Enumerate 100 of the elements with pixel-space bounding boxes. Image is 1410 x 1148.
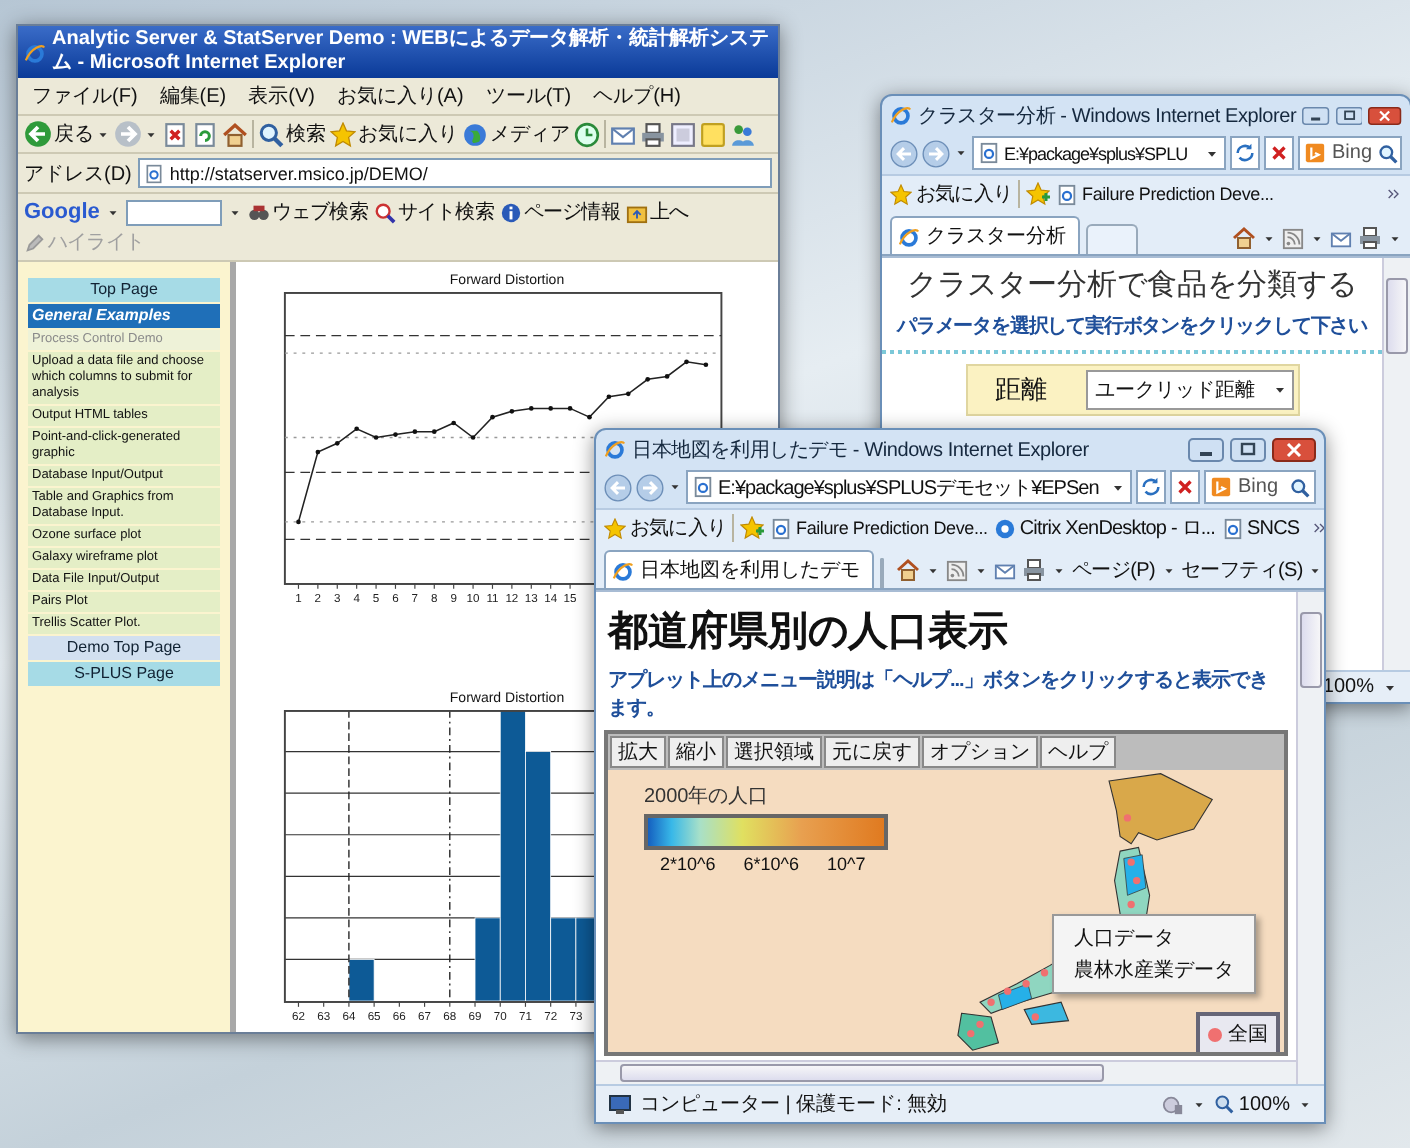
search-field[interactable] — [125, 199, 222, 225]
toolbar-button[interactable]: ページ情報 — [499, 198, 620, 226]
applet-button[interactable]: 元に戻す — [824, 736, 920, 768]
browser-tab[interactable]: 日本地図を利用したデモ — [604, 550, 874, 588]
nav-link[interactable]: Demo Top Page — [28, 636, 220, 660]
toolbar-button[interactable]: 上へ — [625, 198, 689, 226]
caret-icon — [1310, 231, 1324, 245]
home-icon[interactable] — [896, 558, 920, 582]
forward-button[interactable] — [922, 139, 950, 167]
favorite-link[interactable]: SNCS — [1221, 517, 1300, 539]
back-button[interactable] — [604, 473, 632, 501]
favorite-link[interactable]: Failure Prediction Deve... — [1056, 183, 1274, 205]
forward-button[interactable] — [636, 473, 664, 501]
note-icon[interactable] — [700, 121, 726, 147]
favorites-button[interactable]: お気に入り — [330, 120, 458, 148]
address-field[interactable]: http://statserver.msico.jp/DEMO/ — [137, 158, 772, 188]
address-label: アドレス(D) — [24, 161, 132, 187]
search-icon[interactable] — [1378, 143, 1399, 163]
print-icon[interactable] — [1022, 558, 1046, 582]
maximize-button[interactable] — [1230, 437, 1266, 461]
feed-icon[interactable] — [1282, 227, 1304, 249]
chevron-icon[interactable] — [1386, 186, 1402, 202]
stop-icon[interactable] — [1174, 476, 1196, 498]
nav-link[interactable]: S-PLUS Page — [28, 662, 220, 686]
messenger-icon[interactable] — [730, 121, 756, 147]
close-button[interactable] — [1272, 437, 1316, 461]
home-icon[interactable] — [222, 121, 248, 147]
refresh-icon[interactable] — [1140, 476, 1162, 498]
histogram-bar — [347, 958, 374, 1002]
caret-icon — [1298, 1097, 1312, 1111]
favorite-link[interactable]: お気に入り — [890, 180, 1013, 208]
address-field[interactable]: E:¥package¥splus¥SPLU — [972, 136, 1226, 170]
toolbar-menu[interactable]: ページ(P) — [1072, 556, 1156, 584]
horizontal-scrollbar[interactable] — [596, 1060, 1296, 1084]
applet-button[interactable]: 拡大 — [610, 736, 666, 768]
refresh-icon[interactable] — [1234, 142, 1256, 164]
caret-icon — [144, 127, 158, 141]
menu-item[interactable]: 人口データ — [1054, 922, 1254, 954]
parameter-label: 距離 — [993, 372, 1049, 408]
home-icon[interactable] — [1232, 226, 1256, 250]
menu-item[interactable]: ファイル(F) — [24, 82, 146, 110]
menu-item[interactable]: ヘルプ(H) — [585, 82, 689, 110]
address-field[interactable]: E:¥package¥splus¥SPLUSデモセット¥EPSen — [686, 470, 1132, 504]
caret-icon — [1052, 563, 1066, 577]
zoom-button[interactable]: 100% — [1214, 1093, 1290, 1115]
nav-link[interactable]: Top Page — [28, 278, 220, 302]
scrollbar[interactable] — [1296, 592, 1324, 1084]
nav-link[interactable]: General Examples — [28, 304, 220, 328]
print-icon[interactable] — [640, 121, 666, 147]
menu-item[interactable]: 表示(V) — [240, 82, 323, 110]
print-icon[interactable] — [1358, 226, 1382, 250]
zoom-button[interactable]: 100% — [1322, 676, 1374, 698]
back-button[interactable] — [890, 139, 918, 167]
toolbar-button[interactable]: サイト検索 — [373, 198, 494, 226]
browser-logo-icon — [604, 438, 626, 460]
applet-button[interactable]: ヘルプ — [1040, 736, 1116, 768]
media-button[interactable]: メディア — [462, 120, 570, 148]
minimize-button[interactable] — [1302, 103, 1330, 127]
edit-icon[interactable] — [670, 121, 696, 147]
page-heading: 都道府県別の人口表示 — [608, 607, 1010, 658]
search-field[interactable]: Bing — [1204, 470, 1316, 504]
citrix-icon — [993, 517, 1016, 539]
add-favorite-icon[interactable] — [740, 516, 765, 540]
applet-button[interactable]: 縮小 — [668, 736, 724, 768]
scale-label: 2*10^6 — [660, 854, 716, 874]
maximize-button[interactable] — [1335, 103, 1363, 127]
browser-tab[interactable]: クラスター分析 — [890, 216, 1080, 254]
menu-item[interactable]: 編集(E) — [151, 82, 235, 110]
close-button[interactable] — [1368, 103, 1403, 127]
minimize-button[interactable] — [1188, 437, 1224, 461]
menu-item[interactable]: ツール(T) — [477, 82, 580, 110]
favorite-link[interactable]: Citrix XenDesktop - ロ... — [993, 514, 1216, 542]
distance-select[interactable]: ユークリッド距離 — [1085, 370, 1293, 410]
menu-item[interactable]: お気に入り(A) — [328, 82, 472, 110]
scrollbar[interactable] — [1382, 258, 1410, 670]
feed-icon[interactable] — [946, 559, 968, 581]
new-tab-button[interactable] — [1086, 224, 1138, 254]
security-icon[interactable] — [1162, 1093, 1185, 1115]
stop-icon[interactable] — [162, 121, 188, 147]
add-favorite-icon[interactable] — [1026, 182, 1051, 206]
menu-item[interactable]: 農林水産業データ — [1054, 954, 1254, 986]
mail-icon[interactable] — [1330, 227, 1352, 249]
refresh-icon[interactable] — [192, 121, 218, 147]
mail-icon[interactable] — [994, 559, 1016, 581]
back-button[interactable]: 戻る — [24, 120, 110, 148]
applet-button[interactable]: 選択領域 — [726, 736, 822, 768]
search-icon[interactable] — [1290, 477, 1310, 497]
history-icon[interactable] — [574, 121, 600, 147]
caret-icon — [1161, 563, 1176, 577]
favorite-link[interactable]: Failure Prediction Deve... — [770, 517, 988, 539]
search-button[interactable]: 検索 — [258, 120, 326, 148]
window-title: クラスター分析 - Windows Internet Explorer — [918, 103, 1297, 129]
applet-button[interactable]: オプション — [922, 736, 1038, 768]
toolbar-menu[interactable]: セーフティ(S) — [1181, 556, 1303, 584]
toolbar-button[interactable]: ウェブ検索 — [247, 198, 368, 226]
mail-icon[interactable] — [610, 121, 636, 147]
stop-icon[interactable] — [1268, 142, 1290, 164]
search-field[interactable]: Bing — [1298, 136, 1402, 170]
favorite-link[interactable]: お気に入り — [604, 514, 727, 542]
chevron-icon[interactable] — [1311, 520, 1324, 536]
